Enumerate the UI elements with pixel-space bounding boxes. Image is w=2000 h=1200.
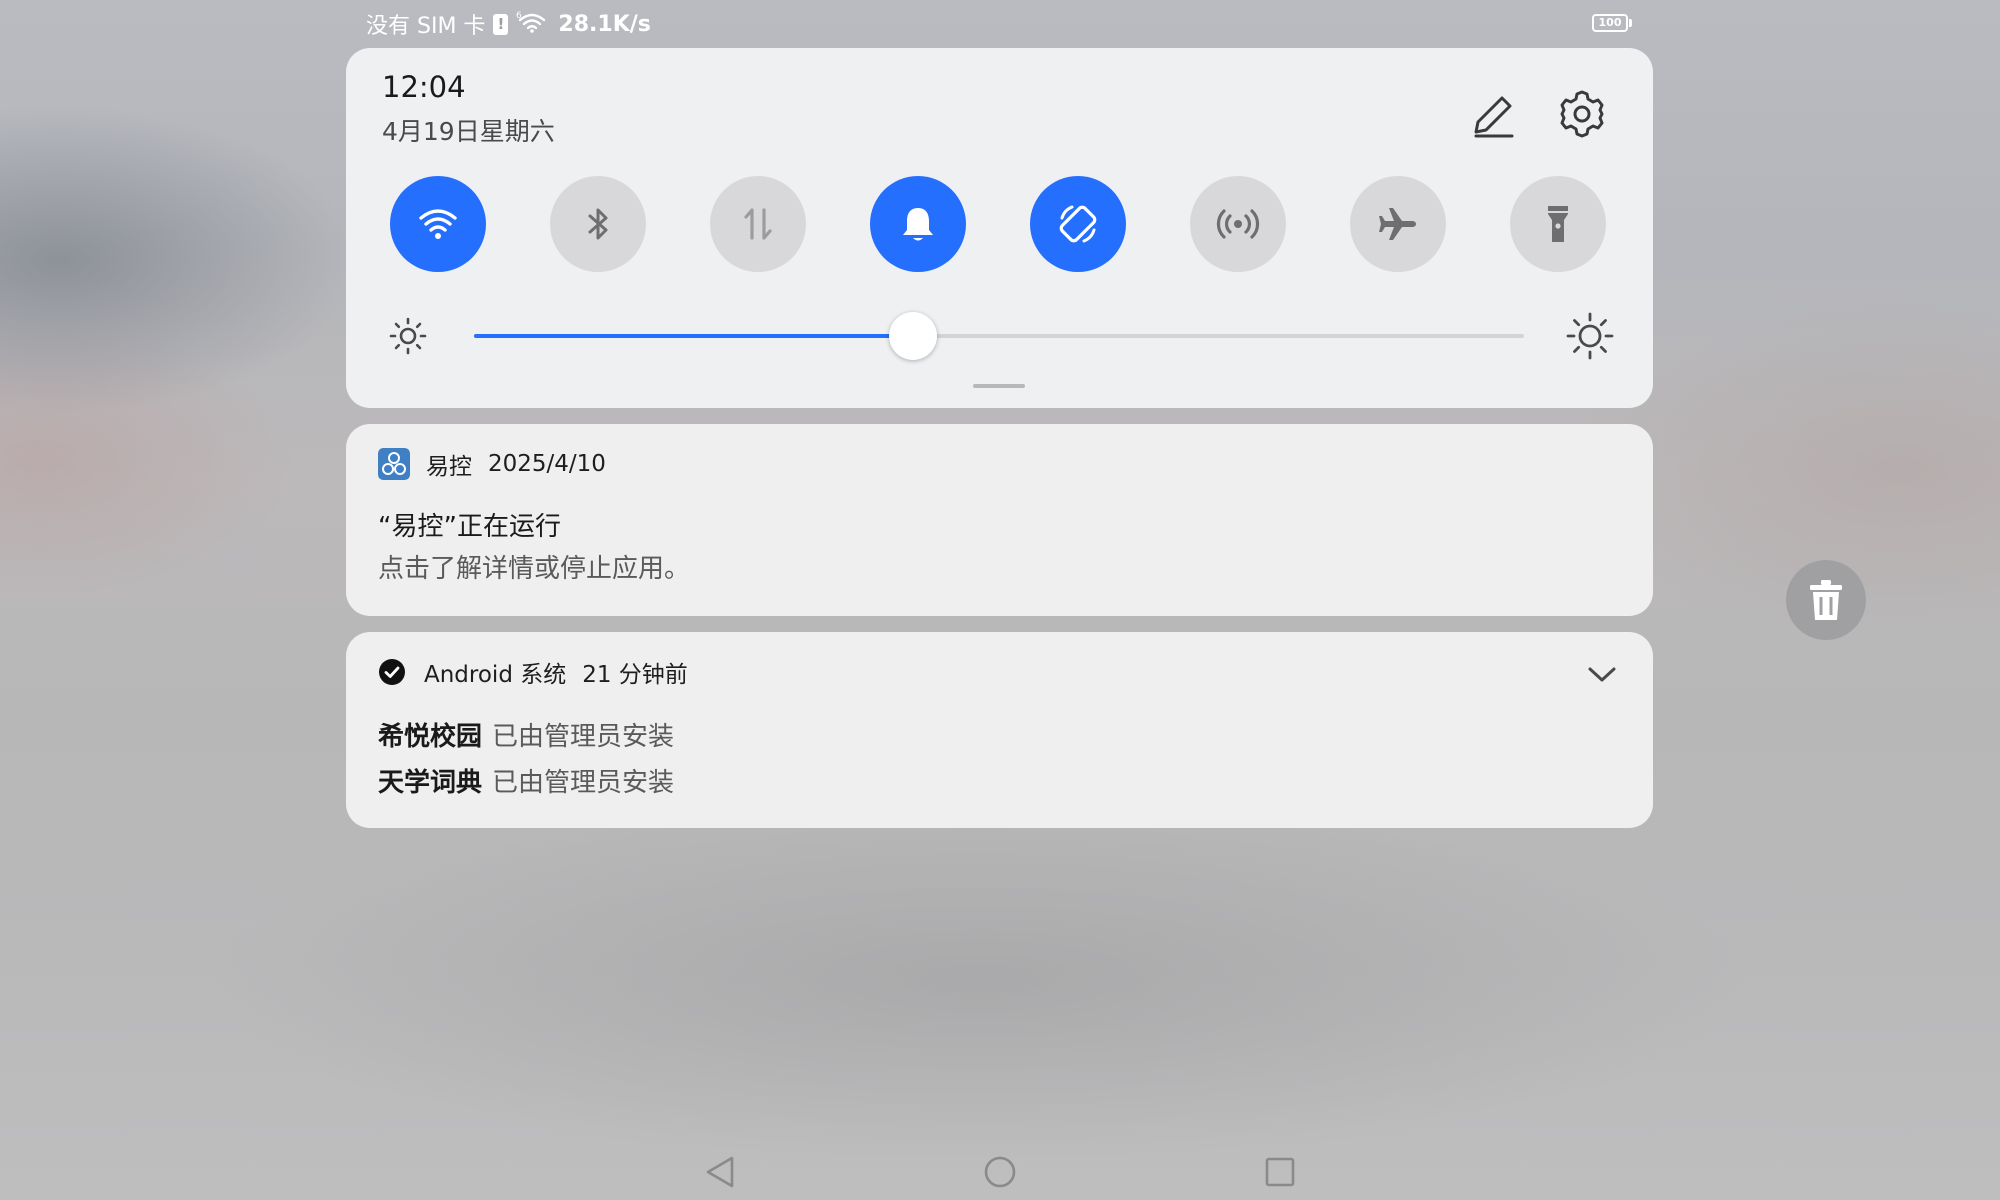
- sim-alert-icon: !: [493, 13, 509, 35]
- yikong-app-icon: [378, 448, 410, 480]
- hotspot-icon: [1216, 209, 1260, 239]
- airplane-icon: [1379, 208, 1416, 240]
- sim-status-text: 没有 SIM 卡: [366, 14, 486, 39]
- bell-icon: [903, 208, 933, 241]
- auto-rotate-icon: [1059, 205, 1097, 243]
- notification-time: 21 分钟前: [582, 662, 688, 688]
- notification-title: “易控”正在运行: [378, 512, 561, 542]
- wifi-icon: [419, 209, 457, 239]
- notification-app-name: 易控: [426, 454, 472, 480]
- auto-rotate-toggle[interactable]: [1030, 176, 1126, 272]
- edit-icon[interactable]: [1466, 88, 1520, 142]
- brightness-high-icon: [1566, 312, 1614, 360]
- install-item: 天学词典 已由管理员安装: [378, 762, 674, 799]
- panel-drag-handle[interactable]: [973, 384, 1025, 388]
- notification-time: 2025/4/10: [488, 451, 606, 477]
- brightness-slider[interactable]: [474, 312, 1524, 360]
- network-speed: 28.1K/s: [558, 11, 651, 37]
- clock-date: 4月19日星期六: [382, 117, 555, 146]
- brightness-slider-thumb[interactable]: [888, 312, 937, 360]
- notification-card-android-system[interactable]: Android 系统 21 分钟前 希悦校园 已由管理员安装 天学词典 已由管理员安…: [346, 632, 1653, 828]
- installed-app-name: 希悦校园: [378, 722, 483, 752]
- notification-header: Android 系统 21 分钟前: [378, 656, 688, 688]
- sound-toggle[interactable]: [870, 176, 966, 272]
- wifi-status-icon: 6: [516, 9, 546, 39]
- notification-app-name: Android 系统: [424, 662, 567, 688]
- back-icon[interactable]: [700, 1154, 740, 1190]
- hotspot-toggle[interactable]: [1190, 176, 1286, 272]
- clear-notifications-button[interactable]: [1786, 560, 1866, 640]
- brightness-slider-fill: [474, 334, 913, 338]
- battery-icon: 100: [1592, 14, 1628, 32]
- installed-app-name: 天学词典: [378, 768, 483, 798]
- status-bar: 没有 SIM 卡 ! 6 28.1K/s 100: [0, 0, 2000, 48]
- trash-icon: [1810, 580, 1842, 620]
- brightness-low-icon: [388, 316, 428, 356]
- check-circle-icon: [379, 659, 405, 685]
- bluetooth-icon: [588, 208, 608, 240]
- recent-apps-icon[interactable]: [1262, 1154, 1298, 1190]
- install-status: 已由管理员安装: [492, 722, 675, 752]
- flashlight-toggle[interactable]: [1510, 176, 1606, 272]
- mobile-data-icon: [744, 208, 772, 240]
- notification-card-yikong[interactable]: 易控 2025/4/10 “易控”正在运行 点击了解详情或停止应用。: [346, 424, 1653, 616]
- mobile-data-toggle[interactable]: [710, 176, 806, 272]
- install-item: 希悦校园 已由管理员安装: [378, 716, 674, 753]
- notification-text: 点击了解详情或停止应用。: [378, 554, 691, 584]
- navigation-bar: [0, 1140, 2000, 1200]
- quick-settings-panel: 12:04 4月19日星期六: [346, 48, 1653, 408]
- home-icon[interactable]: [980, 1154, 1020, 1190]
- status-bar-left: 没有 SIM 卡 ! 6 28.1K/s: [366, 9, 651, 39]
- gear-icon[interactable]: [1554, 86, 1610, 142]
- clock-time: 12:04: [382, 70, 466, 104]
- wifi-toggle[interactable]: [390, 176, 486, 272]
- airplane-mode-toggle[interactable]: [1350, 176, 1446, 272]
- chevron-down-icon[interactable]: [1586, 660, 1618, 688]
- notification-header: 易控 2025/4/10: [378, 448, 606, 480]
- quick-toggle-row: [390, 176, 1610, 272]
- bluetooth-toggle[interactable]: [550, 176, 646, 272]
- battery-cap: [1629, 19, 1632, 27]
- install-status: 已由管理员安装: [492, 768, 675, 798]
- flashlight-icon: [1548, 206, 1568, 242]
